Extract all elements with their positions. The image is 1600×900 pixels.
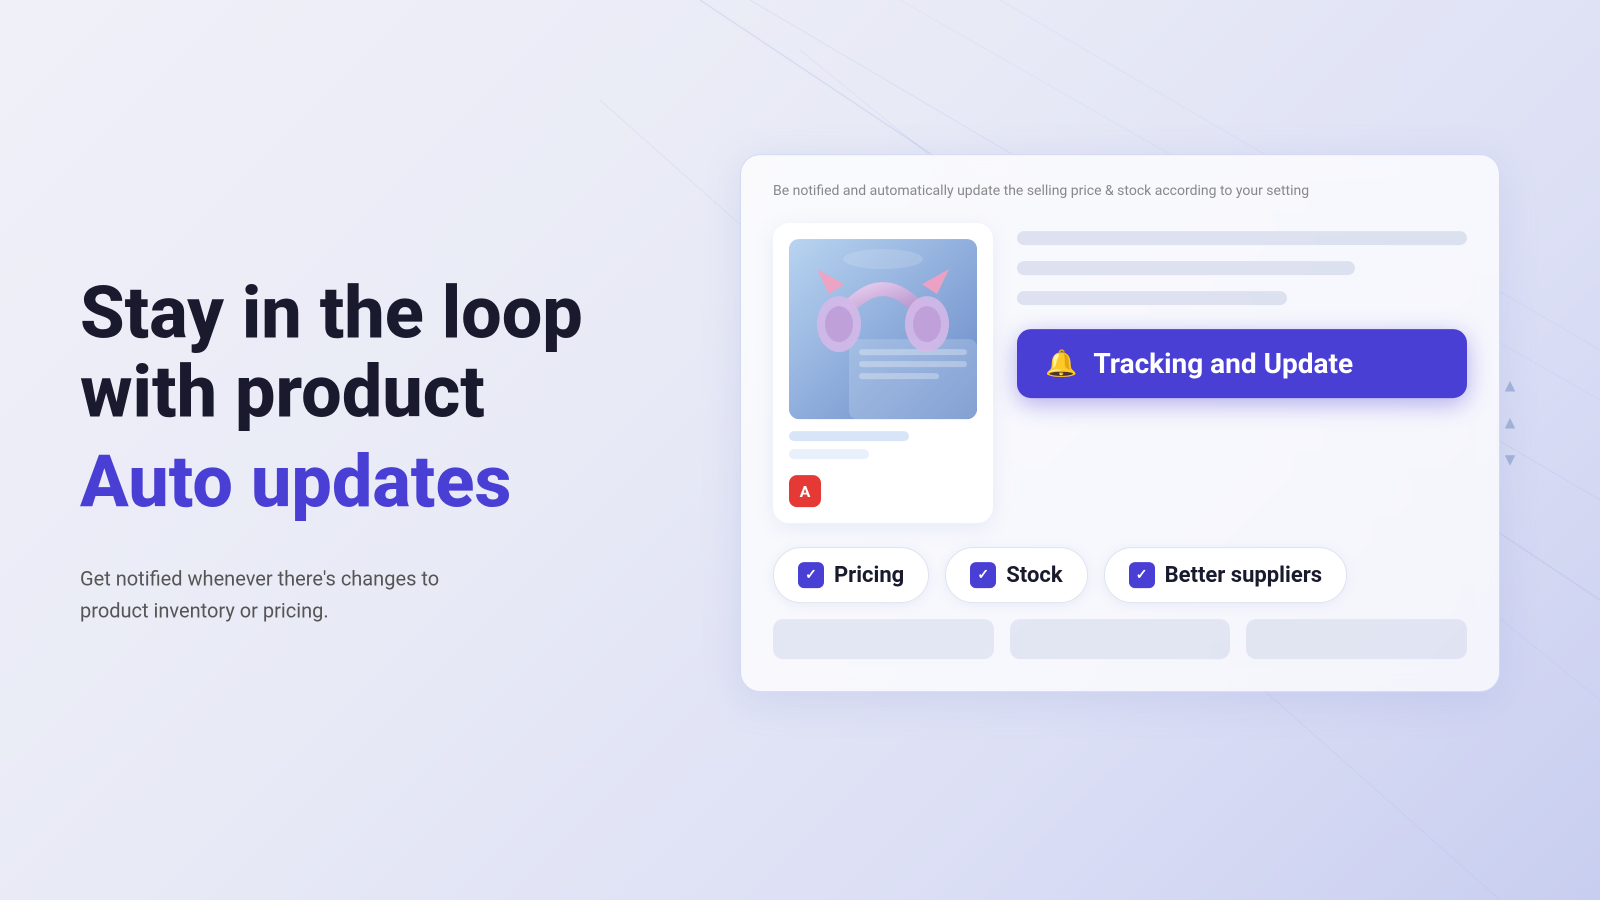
stock-label: Stock <box>1006 563 1062 588</box>
placeholder-bar-3 <box>1017 291 1287 305</box>
bell-icon: 🔔 <box>1045 349 1077 379</box>
pricing-label: Pricing <box>834 563 904 588</box>
headline-main: Stay in the loop with product <box>80 274 640 432</box>
better-suppliers-label: Better suppliers <box>1165 563 1322 588</box>
better-suppliers-badge[interactable]: ✓ Better suppliers <box>1104 547 1347 603</box>
stock-badge[interactable]: ✓ Stock <box>945 547 1087 603</box>
product-card: A <box>773 223 993 523</box>
badges-row: ✓ Pricing ✓ Stock ✓ Better suppliers <box>773 547 1467 603</box>
bottom-bar-3 <box>1246 619 1467 659</box>
headline-accent: Auto updates <box>80 440 640 526</box>
main-card: Be notified and automatically update the… <box>740 154 1500 692</box>
better-suppliers-check: ✓ <box>1129 562 1155 588</box>
card-right: 🔔 Tracking and Update <box>1017 223 1467 398</box>
bottom-bar-1 <box>773 619 994 659</box>
card-subtitle: Be notified and automatically update the… <box>773 183 1467 199</box>
arrow-down2-icon: ▼ <box>1501 450 1519 471</box>
product-line-1 <box>789 431 909 441</box>
arrow-down-icon: ▲ <box>1501 413 1519 434</box>
pricing-badge[interactable]: ✓ Pricing <box>773 547 929 603</box>
tracking-button-label: Tracking and Update <box>1093 347 1353 380</box>
tracking-update-button[interactable]: 🔔 Tracking and Update <box>1017 329 1467 398</box>
placeholder-bar-2 <box>1017 261 1355 275</box>
product-image <box>789 239 977 419</box>
bottom-bars <box>773 619 1467 659</box>
bottom-bar-2 <box>1010 619 1231 659</box>
side-arrows: ▲ ▲ ▼ <box>1501 376 1519 471</box>
placeholder-bar-1 <box>1017 231 1467 245</box>
subtext: Get notified whenever there's changes to… <box>80 562 640 626</box>
pricing-check: ✓ <box>798 562 824 588</box>
stock-check: ✓ <box>970 562 996 588</box>
product-line-2 <box>789 449 869 459</box>
card-inner: A 🔔 Tracking and Update ▲ ▲ ▼ <box>773 223 1467 523</box>
right-content-section: Be notified and automatically update the… <box>740 154 1500 692</box>
product-logo: A <box>789 475 821 507</box>
left-content-section: Stay in the loop with product Auto updat… <box>80 274 640 627</box>
arrow-up-icon: ▲ <box>1501 376 1519 397</box>
